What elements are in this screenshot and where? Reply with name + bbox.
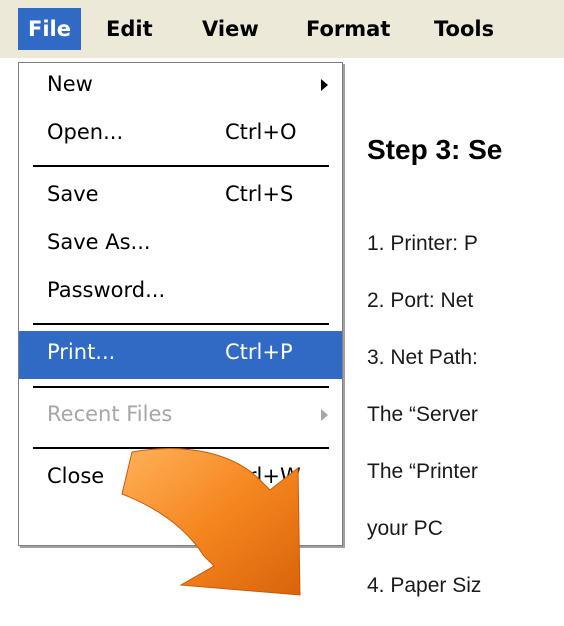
curved-arrow-icon bbox=[121, 448, 301, 596]
